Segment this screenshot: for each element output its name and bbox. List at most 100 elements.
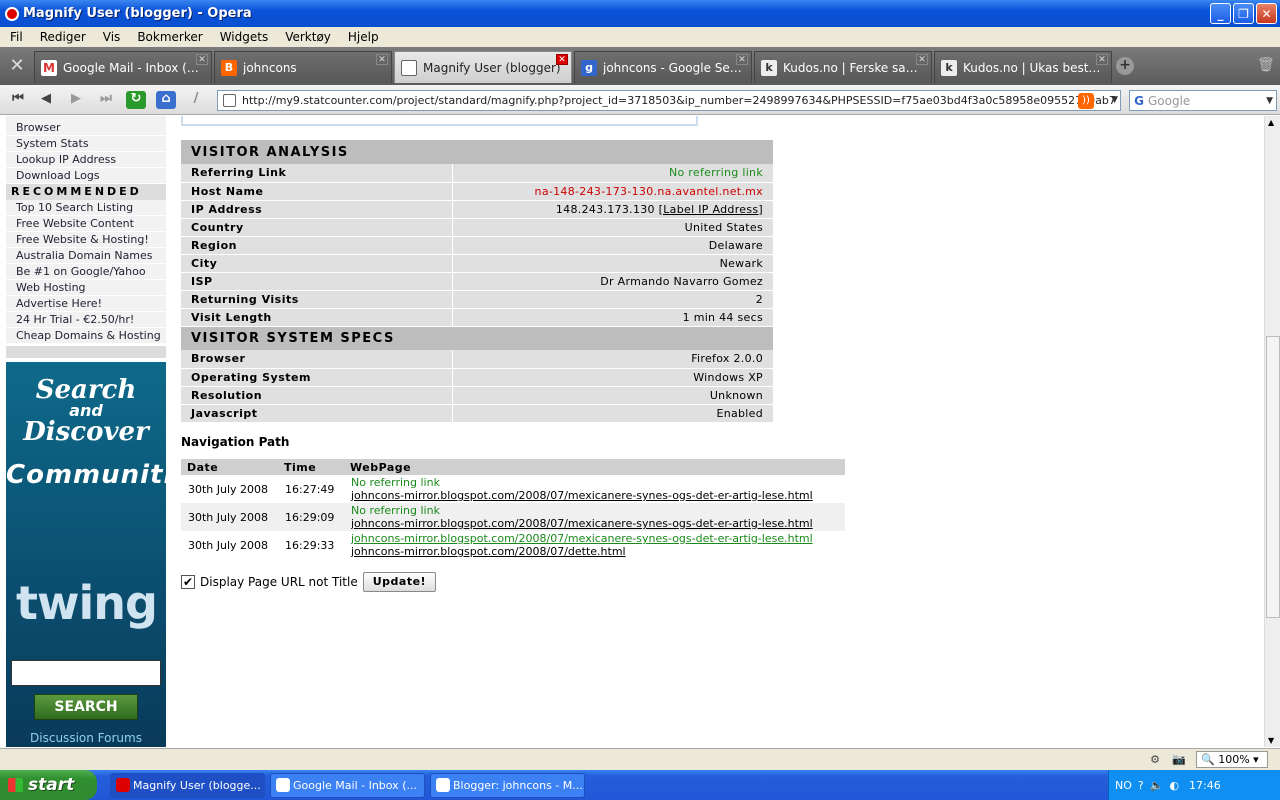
reload-icon[interactable]: ↻ [126, 91, 146, 109]
scrollbar-thumb[interactable] [1266, 336, 1280, 618]
navigation-path-title: Navigation Path [181, 435, 290, 449]
sidebar-link[interactable]: Download Logs [6, 168, 166, 184]
rss-icon[interactable]: )) [1078, 93, 1094, 109]
back-icon[interactable]: ◀ [36, 91, 56, 109]
close-tab-icon[interactable]: ✕ [196, 54, 208, 65]
page-link[interactable]: johncons-mirror.blogspot.com/2008/07/det… [351, 545, 838, 558]
date-cell: 30th July 2008 [188, 538, 269, 552]
tab-kudos-ukas[interactable]: k Kudos.no | Ukas beste s... ✕ [934, 51, 1112, 83]
row-value: Dr Armando Navarro Gomez [452, 272, 773, 291]
sidebar-link[interactable]: Lookup IP Address [6, 152, 166, 168]
page-link[interactable]: johncons-mirror.blogspot.com/2008/07/mex… [351, 489, 838, 502]
table-row: 30th July 2008 16:29:33 johncons-mirror.… [181, 531, 845, 559]
row-key: Referring Link [181, 164, 453, 183]
twing-ad[interactable]: Search and Discover Communities twing SE… [6, 362, 208, 747]
tab-google-search[interactable]: g johncons - Google Search ✕ [574, 51, 752, 83]
camera-icon[interactable]: 📷 [1172, 753, 1186, 766]
ad-search-input[interactable] [11, 660, 161, 686]
ad-search-button[interactable]: SEARCH [34, 694, 138, 720]
row-key: Browser [181, 350, 453, 369]
fast-forward-icon[interactable]: ⏭ [96, 91, 116, 109]
home-icon[interactable]: ⌂ [156, 91, 176, 109]
tab-kudos-ferske[interactable]: k Kudos.no | Ferske saker ✕ [754, 51, 932, 83]
page-icon [223, 94, 236, 107]
tools-icon[interactable]: ✕ [4, 55, 30, 77]
close-tab-icon[interactable]: ✕ [556, 54, 568, 65]
trash-icon[interactable]: 🗑 [1257, 57, 1275, 73]
sidebar-link[interactable]: 24 Hr Trial - €2.50/hr! [6, 312, 166, 328]
sidebar-link[interactable]: Browser [6, 120, 166, 136]
navigation-path-table: Date Time WebPage 30th July 2008 16:27:4… [181, 459, 845, 559]
close-tab-icon[interactable]: ✕ [1096, 54, 1108, 65]
language-indicator[interactable]: NO [1115, 779, 1132, 792]
sidebar-link[interactable]: Cheap Domains & Hosting [6, 328, 166, 344]
tab-bar: ✕ M Google Mail - Inbox (1) - ... ✕ B jo… [0, 47, 1280, 85]
close-button[interactable]: ✕ [1256, 3, 1277, 24]
menu-tools[interactable]: Verktøy [275, 30, 338, 44]
row-value: Windows XP [452, 368, 773, 387]
referrer-link[interactable]: johncons-mirror.blogspot.com/2008/07/mex… [351, 532, 838, 545]
scroll-down-icon[interactable]: ▼ [1268, 736, 1274, 745]
vertical-scrollbar[interactable]: ▲ ▼ [1264, 116, 1280, 747]
tab-johncons[interactable]: B johncons ✕ [214, 51, 392, 83]
help-icon[interactable]: ? [1138, 779, 1144, 792]
host-name-value: na-148-243-173-130.na.avantel.net.mx [452, 182, 773, 201]
sidebar-link[interactable]: Advertise Here! [6, 296, 166, 312]
date-cell: 30th July 2008 [188, 482, 269, 496]
chevron-down-icon[interactable]: ▼ [1111, 95, 1118, 105]
system-tray: NO ? 🔈 ◐ 17:46 [1108, 770, 1280, 800]
close-tab-icon[interactable]: ✕ [916, 54, 928, 65]
page-link[interactable]: johncons-mirror.blogspot.com/2008/07/mex… [351, 517, 838, 530]
close-tab-icon[interactable]: ✕ [376, 54, 388, 65]
referrer-text: No referring link [351, 504, 440, 517]
menu-bookmarks[interactable]: Bokmerker [127, 30, 209, 44]
display-url-checkbox[interactable]: ✔ [181, 575, 195, 589]
taskbar-button-gmail[interactable]: Google Mail - Inbox (... [270, 773, 425, 798]
menu-help[interactable]: Hjelp [338, 30, 386, 44]
row-value: Enabled [452, 404, 773, 423]
volume-icon[interactable]: 🔈 [1150, 779, 1164, 792]
column-header: WebPage [344, 459, 845, 475]
clock[interactable]: 17:46 [1189, 779, 1221, 792]
taskbar-button-opera[interactable]: Magnify User (blogge... [110, 773, 265, 798]
tab-label: johncons - Google Search [603, 60, 743, 75]
minimize-button[interactable]: _ [1210, 3, 1231, 24]
discussion-forums-link[interactable]: Discussion Forums [6, 731, 166, 745]
new-tab-icon[interactable]: + [1116, 57, 1134, 75]
menu-file[interactable]: Fil [0, 30, 30, 44]
forward-icon[interactable]: ▶ [66, 91, 86, 109]
rewind-icon[interactable]: ⏮ [8, 91, 28, 109]
zoom-select[interactable]: 🔍 100% ▾ [1196, 751, 1268, 768]
sidebar-link[interactable]: System Stats [6, 136, 166, 152]
tab-label: Kudos.no | Ferske saker [783, 60, 923, 75]
sidebar-link[interactable]: Web Hosting [6, 280, 166, 296]
visitor-analysis-table: VISITOR ANALYSIS Referring Link No referr… [181, 140, 773, 423]
menu-view[interactable]: Vis [93, 30, 128, 44]
menu-edit[interactable]: Rediger [30, 30, 93, 44]
ip-address-cell: 148.243.173.130 [Label IP Address] [452, 200, 773, 219]
restore-button[interactable]: ❐ [1233, 3, 1254, 24]
chevron-down-icon[interactable]: ▼ [1266, 96, 1273, 106]
start-button[interactable]: start [0, 770, 97, 800]
search-input[interactable]: G Google ▼ [1129, 90, 1277, 111]
system-specs-heading: VISITOR SYSTEM SPECS [181, 326, 773, 350]
wand-icon[interactable]: / [186, 91, 206, 109]
ad-line: Search [35, 375, 137, 405]
address-field[interactable]: http://my9.statcounter.com/project/stand… [217, 90, 1121, 111]
sidebar-link[interactable]: Top 10 Search Listing [6, 200, 166, 216]
menu-widgets[interactable]: Widgets [210, 30, 276, 44]
sidebar-link[interactable]: Free Website & Hosting! [6, 232, 166, 248]
label-ip-address-link[interactable]: [Label IP Address] [659, 203, 763, 216]
taskbar-button-blogger[interactable]: Blogger: johncons - M... [430, 773, 585, 798]
tab-google-mail[interactable]: M Google Mail - Inbox (1) - ... ✕ [34, 51, 212, 83]
tab-magnify-user[interactable]: Magnify User (blogger) ✕ [394, 51, 572, 83]
update-button[interactable]: Update! [362, 572, 437, 592]
sidebar-link[interactable]: Be #1 on Google/Yahoo [6, 264, 166, 280]
table-row: Country United States [181, 218, 773, 237]
turbo-icon[interactable]: ⚙ [1150, 753, 1160, 766]
sidebar-link[interactable]: Free Website Content [6, 216, 166, 232]
close-tab-icon[interactable]: ✕ [736, 54, 748, 65]
sidebar-link[interactable]: Australia Domain Names [6, 248, 166, 264]
scroll-up-icon[interactable]: ▲ [1268, 118, 1274, 127]
network-icon[interactable]: ◐ [1169, 779, 1179, 792]
